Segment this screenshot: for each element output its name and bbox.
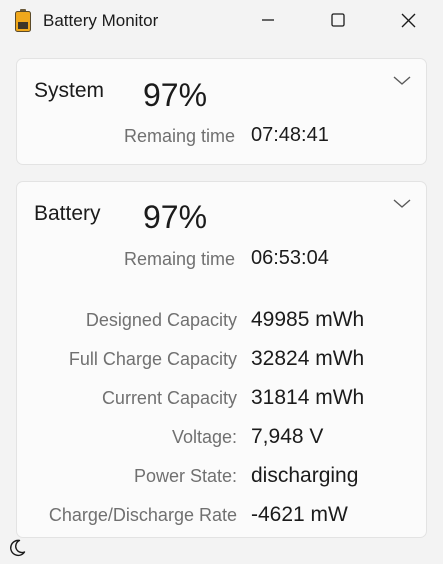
battery-monitor-window: Battery Monitor System 97% Remaing time … (0, 0, 443, 564)
window-title: Battery Monitor (43, 11, 159, 30)
designed-capacity-value: 49985 mWh (251, 308, 365, 331)
charge-rate-value: -4621 mW (251, 503, 348, 526)
moon-icon[interactable] (7, 538, 27, 558)
battery-icon (15, 9, 31, 32)
system-title: System (34, 79, 105, 102)
maximize-icon (331, 13, 345, 27)
maximize-button[interactable] (315, 0, 361, 40)
system-remaining-value: 07:48:41 (251, 124, 329, 146)
chevron-down-icon[interactable] (392, 73, 412, 87)
battery-remaining-value: 06:53:04 (251, 247, 329, 269)
voltage-value: 7,948 V (251, 425, 324, 448)
minimize-button[interactable] (245, 0, 291, 40)
detail-row: Charge/Discharge Rate -4621 mW (17, 502, 428, 530)
chevron-down-icon[interactable] (392, 196, 412, 210)
detail-row: Current Capacity 31814 mWh (17, 385, 428, 413)
full-charge-capacity-label: Full Charge Capacity (68, 349, 237, 369)
charge-rate-label: Charge/Discharge Rate (48, 505, 237, 525)
minimize-icon (262, 19, 274, 21)
voltage-label: Voltage: (171, 427, 237, 447)
system-percent: 97% (143, 77, 208, 113)
power-state-label: Power State: (133, 466, 237, 486)
battery-percent: 97% (143, 199, 208, 235)
title-bar[interactable]: Battery Monitor (0, 0, 443, 40)
battery-card: Battery 97% Remaing time 06:53:04 Design… (16, 181, 427, 538)
current-capacity-value: 31814 mWh (251, 386, 365, 409)
detail-row: Designed Capacity 49985 mWh (17, 307, 428, 335)
designed-capacity-label: Designed Capacity (85, 310, 237, 330)
detail-row: Power State: discharging (17, 463, 428, 491)
current-capacity-label: Current Capacity (101, 388, 237, 408)
battery-remaining-label: Remaing time (123, 249, 235, 269)
close-button[interactable] (385, 0, 431, 40)
power-state-value: discharging (251, 464, 359, 487)
battery-title: Battery (34, 202, 101, 225)
detail-row: Full Charge Capacity 32824 mWh (17, 346, 428, 374)
detail-row: Voltage: 7,948 V (17, 424, 428, 452)
close-icon (401, 13, 415, 27)
system-remaining-label: Remaing time (123, 126, 235, 146)
full-charge-capacity-value: 32824 mWh (251, 347, 365, 370)
system-card: System 97% Remaing time 07:48:41 (16, 58, 427, 165)
